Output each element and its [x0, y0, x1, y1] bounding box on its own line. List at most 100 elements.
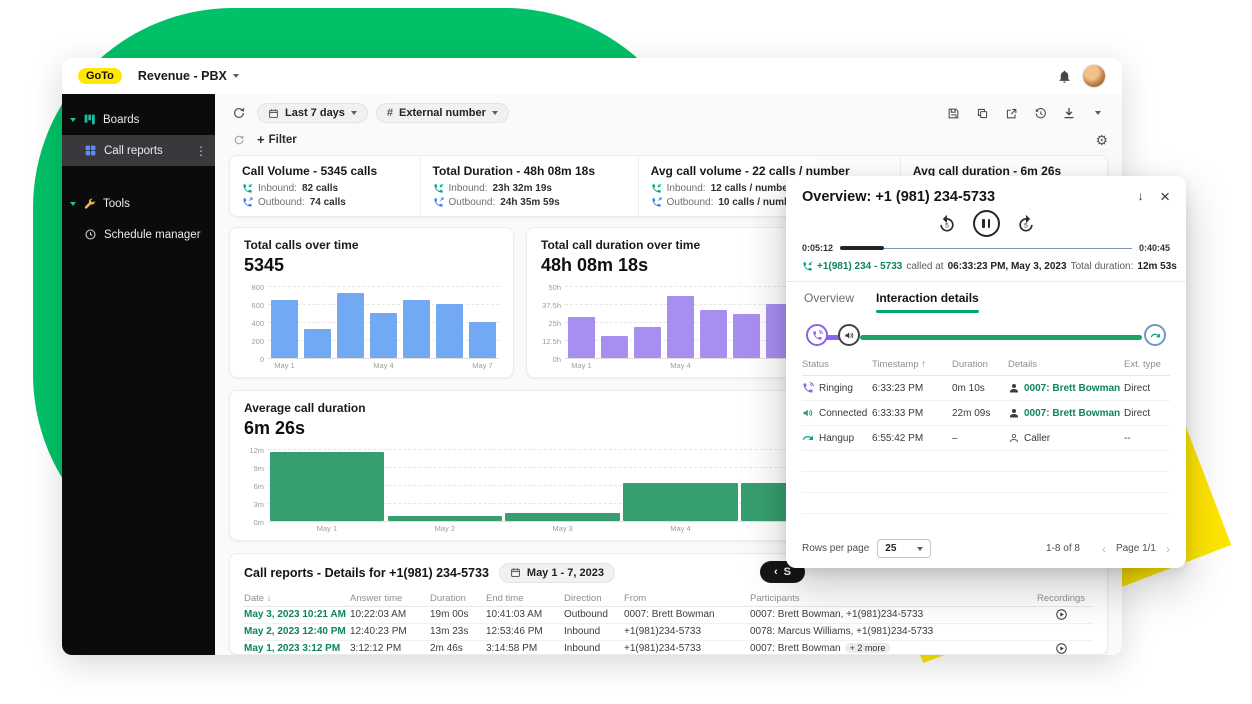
history-icon	[1034, 107, 1047, 120]
report-column-header: Duration	[430, 593, 486, 604]
avatar[interactable]	[1082, 64, 1106, 88]
wrench-icon	[83, 197, 96, 210]
pause-button[interactable]	[973, 210, 1000, 237]
copy-button[interactable]	[972, 103, 992, 123]
reports-date-label: May 1 - 7, 2023	[527, 567, 604, 579]
close-panel-button[interactable]: ×	[1160, 188, 1170, 205]
goto-logo[interactable]: GoTo	[78, 68, 122, 84]
timestamp-cell: 6:55:42 PM	[872, 433, 952, 444]
summary-title: Call Volume - 5345 calls	[242, 164, 408, 178]
report-cell-participants: 0078: Marcus Williams, +1(981)234-5733	[750, 626, 1029, 637]
caller-number-link[interactable]: +1(981) 234 - 5733	[817, 261, 902, 272]
svg-text:5: 5	[1024, 222, 1028, 229]
summary-total-duration: Total Duration - 48h 08m 18s Inbound:23h…	[420, 156, 638, 216]
download-recording-button[interactable]: ↓	[1135, 190, 1146, 203]
forward-5s-button[interactable]: 5	[1016, 214, 1036, 234]
kebab-menu-icon[interactable]: ⋮	[195, 144, 207, 158]
rows-per-page-select[interactable]: 25	[877, 539, 931, 558]
report-row[interactable]: May 1, 2023 3:12 PM3:12:12 PM2m 46s3:14:…	[244, 641, 1093, 656]
interaction-row[interactable]: Hangup6:55:42 PM–Caller--	[802, 426, 1170, 451]
outbound-value: 74 calls	[310, 197, 346, 208]
outbound-label: Outbound:	[258, 197, 305, 208]
bar-slot	[466, 286, 499, 358]
sidebar-item-tools[interactable]: Tools	[62, 188, 215, 219]
bar-slot	[301, 286, 334, 358]
outbound-stat: Outbound:24h 35m 59s	[433, 197, 626, 208]
timeline-hangup-node[interactable]	[1144, 324, 1166, 346]
x-axis-label: May 4	[367, 361, 400, 370]
sidebar-item-call-reports[interactable]: Call reports ⋮	[62, 135, 215, 166]
save-button[interactable]	[943, 103, 963, 123]
inbound-label: Inbound:	[449, 183, 488, 194]
report-cell-answer_time: 10:22:03 AM	[350, 609, 430, 620]
report-date-link[interactable]: May 3, 2023 10:21 AM	[244, 609, 350, 620]
report-row[interactable]: May 3, 2023 10:21 AM10:22:03 AM19m 00s10…	[244, 607, 1093, 624]
filters-toolbar: Last 7 days # External number	[229, 99, 1108, 127]
duration-cell: 22m 09s	[952, 408, 1008, 419]
refresh-icon	[233, 134, 245, 146]
report-cell-recordings	[1029, 608, 1093, 621]
report-cell-answer_time: 3:12:12 PM	[350, 643, 430, 654]
history-button[interactable]	[1030, 103, 1050, 123]
toolbar-actions	[943, 103, 1108, 123]
report-date-link[interactable]: May 2, 2023 12:40 PM	[244, 626, 350, 637]
desktop-background: GoTo Revenue - PBX Boards Call reports	[0, 0, 1252, 704]
timeline-ringing-node[interactable]	[806, 324, 828, 346]
details-cell: 0007: Brett Bowman	[1008, 382, 1124, 394]
tab-overview[interactable]: Overview	[804, 291, 854, 313]
reports-date-chip[interactable]: May 1 - 7, 2023	[499, 563, 615, 583]
ext-type-cell: Direct	[1124, 408, 1170, 419]
report-column-header: From	[624, 593, 750, 604]
more-participants-chip[interactable]: + 2 more	[845, 643, 891, 653]
report-cell-end_time: 10:41:03 AM	[486, 609, 564, 620]
calendar-icon	[510, 567, 521, 578]
add-filter-button[interactable]: + Filter	[257, 132, 297, 147]
inbound-value: 12 calls / number	[711, 183, 792, 194]
reports-title: Call reports - Details for +1(981) 234-5…	[244, 566, 489, 580]
detail-column-header: Ext. type	[1124, 359, 1170, 370]
sidebar: Boards Call reports ⋮ Tools Schedule man…	[62, 94, 215, 655]
play-recording-button[interactable]	[1055, 642, 1068, 655]
x-axis-label: May 3	[504, 524, 622, 533]
y-axis-tick-label: 0h	[539, 355, 561, 364]
sidebar-item-label: Schedule manager	[104, 229, 201, 241]
download-button[interactable]	[1059, 103, 1079, 123]
report-date-link[interactable]: May 1, 2023 3:12 PM	[244, 643, 350, 654]
play-recording-button[interactable]	[1055, 608, 1068, 621]
report-column-header: End time	[486, 593, 564, 604]
extension-link[interactable]: 0007: Brett Bowman	[1024, 383, 1120, 394]
settings-gear-button[interactable]: ⚙	[1095, 133, 1108, 147]
rewind-5s-button[interactable]: 5	[937, 214, 957, 234]
interaction-row[interactable]: Ringing6:33:23 PM0m 10s0007: Brett Bowma…	[802, 376, 1170, 401]
prev-page-button[interactable]: ‹	[1102, 542, 1106, 556]
bar-slot	[400, 286, 433, 358]
ringing-icon	[802, 382, 814, 394]
sidebar-item-schedule-manager[interactable]: Schedule manager	[62, 219, 215, 250]
y-axis-tick-label: 0	[242, 355, 264, 364]
chevron-down-icon	[233, 74, 239, 78]
account-switcher[interactable]: Revenue - PBX	[138, 69, 239, 83]
refresh-filters-button[interactable]	[229, 130, 249, 150]
report-cell-duration: 19m 00s	[430, 609, 486, 620]
export-button[interactable]	[1001, 103, 1021, 123]
notifications-button[interactable]	[1054, 66, 1074, 86]
inbound-value: 82 calls	[302, 183, 338, 194]
chevron-down-icon	[492, 111, 498, 115]
date-range-filter[interactable]: Last 7 days	[257, 103, 368, 123]
called-at-value: 06:33:23 PM, May 3, 2023	[948, 261, 1067, 272]
refresh-button[interactable]	[229, 103, 249, 123]
extension-link[interactable]: 0007: Brett Bowman	[1024, 408, 1120, 419]
report-column-header: Date ↓	[244, 593, 350, 604]
download-options-button[interactable]	[1088, 103, 1108, 123]
number-icon: #	[387, 107, 393, 119]
tab-interaction-details[interactable]: Interaction details	[876, 291, 979, 313]
interaction-row[interactable]: Connected6:33:33 PM22m 09s0007: Brett Bo…	[802, 401, 1170, 426]
gridline: 0	[268, 358, 499, 359]
panel-header: Overview: +1 (981) 234-5733 ↓ ×	[802, 188, 1170, 205]
sidebar-item-boards[interactable]: Boards	[62, 104, 215, 135]
next-page-button[interactable]: ›	[1166, 542, 1170, 556]
scope-filter[interactable]: # External number	[376, 103, 509, 123]
timeline-connected-node[interactable]	[838, 324, 860, 346]
report-row[interactable]: May 2, 2023 12:40 PM12:40:23 PM13m 23s12…	[244, 624, 1093, 641]
seek-bar[interactable]	[840, 245, 1132, 251]
